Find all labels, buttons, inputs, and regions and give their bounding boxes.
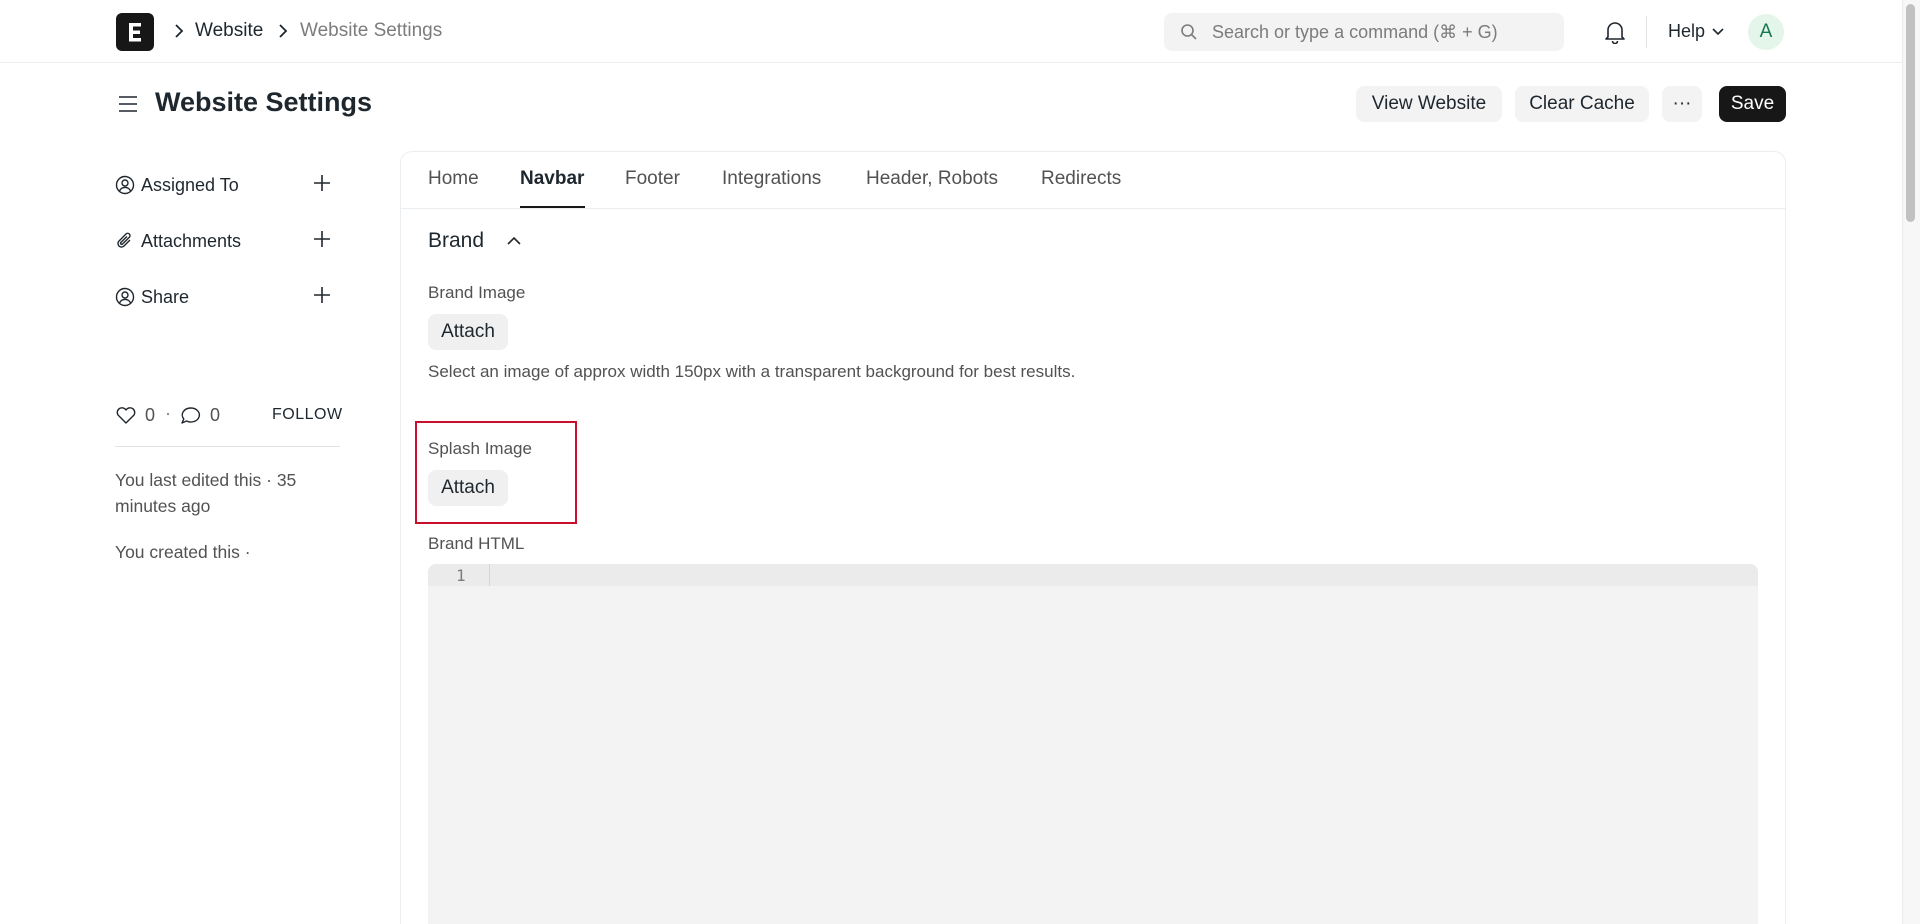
sidebar-item-label: Assigned To xyxy=(141,175,239,195)
app-logo-icon[interactable] xyxy=(116,13,154,51)
gutter-separator xyxy=(489,564,490,586)
brand-html-label: Brand HTML xyxy=(428,534,525,553)
tab-footer[interactable]: Footer xyxy=(625,168,680,190)
share-user-icon xyxy=(115,287,135,307)
search-input[interactable]: Search or type a command (⌘ + G) xyxy=(1212,22,1498,43)
add-share-icon[interactable] xyxy=(313,286,331,304)
brand-image-label: Brand Image xyxy=(428,283,526,302)
follow-button[interactable]: FOLLOW xyxy=(272,406,343,424)
breadcrumb-chevron-icon xyxy=(279,24,288,38)
save-button[interactable]: Save xyxy=(1719,86,1786,122)
splash-image-label: Splash Image xyxy=(428,439,532,458)
assign-user-icon xyxy=(115,175,135,195)
help-menu[interactable]: Help xyxy=(1668,21,1705,42)
more-actions-button[interactable]: ··· xyxy=(1662,86,1702,122)
avatar[interactable]: A xyxy=(1748,14,1784,50)
sidebar-item-assigned-to[interactable]: Assigned To xyxy=(115,173,340,197)
last-edited-text: You last edited this · 35 minutes ago xyxy=(115,470,297,516)
add-attachment-icon[interactable] xyxy=(313,230,331,248)
view-website-button[interactable]: View Website xyxy=(1356,86,1502,122)
tab-integrations[interactable]: Integrations xyxy=(722,168,821,190)
section-title-brand[interactable]: Brand xyxy=(428,229,484,253)
brand-image-description: Select an image of approx width 150px wi… xyxy=(428,362,1076,381)
breadcrumb-website[interactable]: Website xyxy=(195,20,263,42)
chevron-down-icon[interactable] xyxy=(1711,27,1725,37)
likes-comments-row: 0 · 0 FOLLOW xyxy=(115,403,343,427)
breadcrumb-chevron-icon xyxy=(175,24,184,38)
bell-icon[interactable] xyxy=(1604,20,1626,44)
comments-count: 0 xyxy=(210,405,221,425)
active-tab-indicator xyxy=(520,206,585,208)
likes-count: 0 xyxy=(145,405,156,425)
add-assignee-icon[interactable] xyxy=(313,174,331,192)
hamburger-menu-icon[interactable] xyxy=(118,94,138,114)
tab-navbar[interactable]: Navbar xyxy=(520,168,584,190)
breadcrumb-website-settings[interactable]: Website Settings xyxy=(300,20,442,42)
active-editor-line xyxy=(428,564,1758,586)
created-text: You created this · xyxy=(115,542,251,562)
brand-html-code-editor[interactable]: 1 xyxy=(428,564,1758,924)
page-title: Website Settings xyxy=(155,87,373,117)
heart-icon[interactable] xyxy=(115,405,137,425)
tab-header-robots[interactable]: Header, Robots xyxy=(866,168,998,190)
sidebar-item-label: Attachments xyxy=(141,231,242,251)
navbar-divider xyxy=(1646,16,1647,48)
sidebar-item-label: Share xyxy=(141,287,190,307)
clear-cache-button[interactable]: Clear Cache xyxy=(1515,86,1649,122)
sidebar-item-attachments[interactable]: Attachments xyxy=(115,229,340,253)
top-navbar: Website Website Settings Search or type … xyxy=(0,0,1902,63)
search-bar[interactable]: Search or type a command (⌘ + G) xyxy=(1164,13,1564,51)
brand-image-attach-button[interactable]: Attach xyxy=(428,314,508,350)
splash-image-attach-button[interactable]: Attach xyxy=(428,470,508,506)
line-number: 1 xyxy=(456,566,466,585)
tab-home[interactable]: Home xyxy=(428,168,479,190)
separator-dot: · xyxy=(165,403,171,423)
paperclip-icon xyxy=(117,232,131,248)
sidebar-item-share[interactable]: Share xyxy=(115,285,340,309)
chevron-up-icon[interactable] xyxy=(505,233,523,249)
scrollbar-thumb[interactable] xyxy=(1906,4,1915,222)
search-icon xyxy=(1181,24,1197,40)
sidebar-divider xyxy=(115,446,340,447)
comment-icon[interactable] xyxy=(180,406,202,426)
tab-redirects[interactable]: Redirects xyxy=(1041,168,1121,190)
